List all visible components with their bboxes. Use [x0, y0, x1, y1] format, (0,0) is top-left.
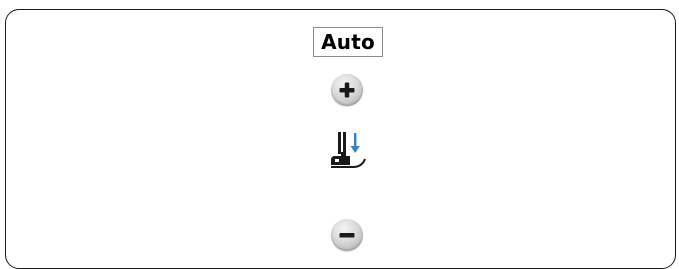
- presser-foot-height-icon: [329, 131, 369, 171]
- plus-icon: [339, 82, 355, 98]
- decrease-button[interactable]: [331, 219, 363, 251]
- increase-button[interactable]: [331, 74, 363, 106]
- minus-icon: [339, 233, 355, 238]
- auto-mode-label[interactable]: Auto: [313, 27, 383, 57]
